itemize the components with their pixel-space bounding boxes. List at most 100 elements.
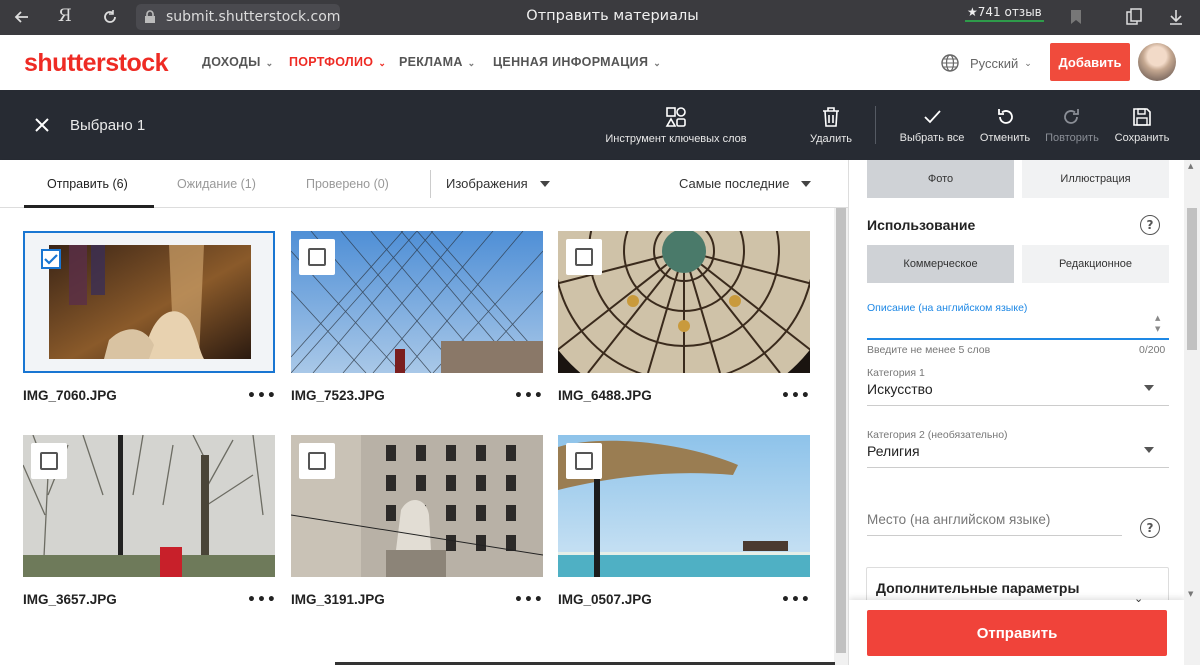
description-counter: 0/200 bbox=[1139, 344, 1166, 356]
caret-down-icon[interactable] bbox=[1144, 447, 1154, 453]
more-options-icon[interactable]: ••• bbox=[781, 388, 811, 404]
nav-portfolio[interactable]: ПОРТФОЛИО ⌄ bbox=[289, 55, 386, 69]
more-options-icon[interactable]: ••• bbox=[514, 388, 544, 404]
nav-earnings[interactable]: ДОХОДЫ ⌄ bbox=[202, 55, 274, 69]
checkbox-checked-icon bbox=[41, 249, 61, 269]
redo-icon bbox=[1064, 108, 1079, 124]
download-icon[interactable] bbox=[1166, 7, 1186, 27]
type-photo-button[interactable]: Фото bbox=[867, 160, 1014, 198]
scrollbar-thumb[interactable] bbox=[836, 208, 846, 653]
category2-label: Категория 2 (необязательно) bbox=[867, 429, 1008, 441]
file-name: IMG_0507.JPG bbox=[558, 592, 652, 607]
chevron-down-icon: ⌄ bbox=[265, 58, 274, 68]
undo-icon bbox=[998, 108, 1013, 124]
file-name: IMG_3191.JPG bbox=[291, 592, 385, 607]
rating-badge[interactable]: ★741 отзыв bbox=[965, 4, 1044, 22]
media-card[interactable] bbox=[558, 231, 810, 373]
type-illustration-button[interactable]: Иллюстрация bbox=[1022, 160, 1169, 198]
shutterstock-logo[interactable]: shutterstock bbox=[24, 49, 169, 78]
back-arrow-icon[interactable] bbox=[12, 7, 32, 27]
browser-page-title: Отправить материалы bbox=[526, 8, 699, 24]
checkbox-empty-icon bbox=[575, 248, 593, 266]
media-type-dropdown[interactable]: Изображения bbox=[446, 176, 550, 191]
lock-icon bbox=[145, 10, 155, 23]
media-card[interactable] bbox=[23, 231, 275, 373]
chevron-down-icon: ⌄ bbox=[1024, 57, 1032, 68]
url-text: submit.shutterstock.com bbox=[166, 9, 341, 25]
keyword-tool-button[interactable]: Инструмент ключевых слов bbox=[603, 90, 749, 160]
checkbox-empty-icon bbox=[308, 452, 326, 470]
more-options-icon[interactable]: ••• bbox=[781, 592, 811, 608]
nav-earnings-label: ДОХОДЫ bbox=[202, 55, 261, 69]
add-button[interactable]: Добавить bbox=[1050, 43, 1130, 81]
description-field[interactable] bbox=[867, 312, 1169, 338]
checkbox-empty-icon bbox=[40, 452, 58, 470]
category1-select[interactable]: Искусство bbox=[867, 381, 933, 397]
media-type-label: Изображения bbox=[446, 176, 528, 191]
redo-button[interactable]: Повторить bbox=[1042, 90, 1102, 160]
more-options-icon[interactable]: ••• bbox=[247, 388, 277, 404]
selection-checkbox[interactable] bbox=[31, 443, 67, 479]
scrollbar-thumb[interactable] bbox=[1187, 208, 1197, 350]
chevron-down-icon: ⌄ bbox=[653, 58, 662, 68]
nav-insights[interactable]: ЦЕННАЯ ИНФОРМАЦИЯ ⌄ bbox=[493, 55, 661, 69]
delete-label: Удалить bbox=[810, 132, 852, 145]
undo-button[interactable]: Отменить bbox=[977, 90, 1033, 160]
close-icon[interactable] bbox=[34, 117, 50, 133]
bookmark-icon[interactable] bbox=[1066, 7, 1086, 27]
delete-button[interactable]: Удалить bbox=[806, 90, 856, 160]
caret-down-icon bbox=[539, 180, 550, 187]
help-icon[interactable]: ? bbox=[1140, 215, 1160, 235]
scroll-down-icon[interactable]: ▼ bbox=[1188, 590, 1193, 598]
selection-checkbox[interactable] bbox=[566, 443, 602, 479]
media-card[interactable] bbox=[23, 435, 275, 577]
save-label: Сохранить bbox=[1114, 131, 1170, 144]
floppy-icon bbox=[1133, 107, 1151, 126]
usage-title: Использование bbox=[867, 217, 976, 233]
address-bar[interactable]: submit.shutterstock.com bbox=[136, 4, 340, 30]
category2-select[interactable]: Религия bbox=[867, 443, 920, 459]
language-selector[interactable]: Русский ⌄ bbox=[940, 52, 1032, 74]
nav-promotion[interactable]: РЕКЛАМА ⌄ bbox=[399, 55, 476, 69]
panel-scrollbar[interactable]: ▲ ▼ bbox=[1184, 160, 1200, 665]
usage-editorial-button[interactable]: Редакционное bbox=[1022, 245, 1169, 283]
selection-checkbox[interactable] bbox=[566, 239, 602, 275]
yandex-icon[interactable]: Я bbox=[58, 6, 78, 26]
location-field[interactable]: Место (на английском языке) bbox=[867, 512, 1050, 527]
submit-button[interactable]: Отправить bbox=[867, 610, 1167, 656]
globe-icon bbox=[941, 54, 959, 72]
site-header: shutterstock ДОХОДЫ ⌄ ПОРТФОЛИО ⌄ РЕКЛАМА ⌄… bbox=[0, 35, 1200, 90]
save-button[interactable]: Сохранить bbox=[1111, 90, 1173, 160]
nav-promotion-label: РЕКЛАМА bbox=[399, 55, 463, 69]
location-underline bbox=[867, 535, 1122, 536]
tab-reviewed[interactable]: Проверено (0) bbox=[306, 177, 389, 191]
more-options-icon[interactable]: ••• bbox=[514, 592, 544, 608]
avatar[interactable] bbox=[1138, 43, 1176, 81]
chevron-down-icon[interactable]: ⌄ bbox=[1134, 592, 1143, 605]
selection-checkbox[interactable] bbox=[37, 245, 65, 273]
category1-underline bbox=[867, 405, 1169, 406]
media-card[interactable] bbox=[558, 435, 810, 577]
usage-commercial-button[interactable]: Коммерческое bbox=[867, 245, 1014, 283]
more-options-icon[interactable]: ••• bbox=[247, 592, 277, 608]
grid-scrollbar[interactable] bbox=[834, 208, 848, 665]
selection-checkbox[interactable] bbox=[299, 443, 335, 479]
metadata-panel: Фото Иллюстрация Использование ? Коммерч… bbox=[848, 160, 1184, 665]
select-all-button[interactable]: Выбрать все bbox=[897, 90, 967, 160]
tab-submit[interactable]: Отправить (6) bbox=[47, 177, 128, 191]
spinner-arrows-icon[interactable]: ▲ ▼ bbox=[1155, 313, 1160, 335]
media-card[interactable] bbox=[291, 435, 543, 577]
tab-pending[interactable]: Ожидание (1) bbox=[177, 177, 256, 191]
collections-icon[interactable] bbox=[1124, 7, 1144, 27]
caret-down-icon[interactable] bbox=[1144, 385, 1154, 391]
sort-dropdown[interactable]: Самые последние bbox=[679, 176, 812, 191]
help-icon[interactable]: ? bbox=[1140, 518, 1160, 538]
selection-checkbox[interactable] bbox=[299, 239, 335, 275]
sort-label: Самые последние bbox=[679, 176, 790, 191]
redo-label: Повторить bbox=[1045, 131, 1099, 144]
checkbox-empty-icon bbox=[575, 452, 593, 470]
reload-icon[interactable] bbox=[100, 7, 120, 27]
description-underline bbox=[867, 338, 1169, 340]
scroll-up-icon[interactable]: ▲ bbox=[1188, 162, 1193, 170]
media-card[interactable] bbox=[291, 231, 543, 373]
